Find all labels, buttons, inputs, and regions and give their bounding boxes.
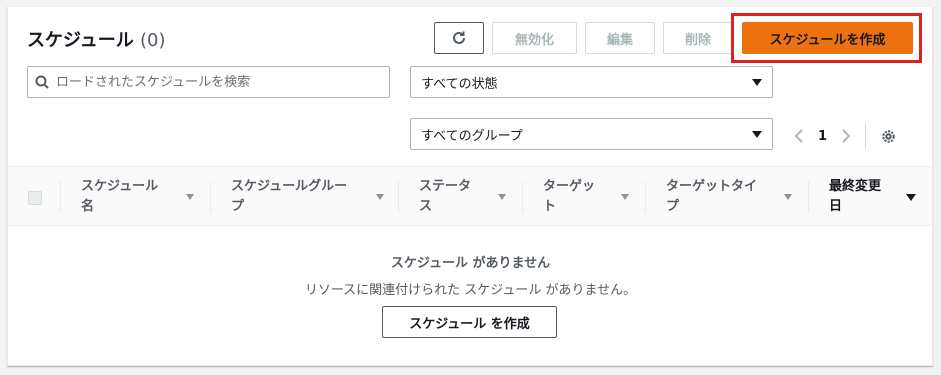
column-label-line1: 最終変更: [829, 179, 882, 194]
column-divider: [60, 181, 61, 213]
column-label-line2: 名: [81, 199, 95, 214]
column-label-line1: スケジュール: [81, 179, 159, 194]
pager-divider: [865, 124, 867, 148]
column-label-line2: プ: [231, 199, 245, 214]
chevron-left-icon[interactable]: [794, 128, 804, 144]
caret-down-icon: [752, 130, 762, 138]
empty-state-title: スケジュール がありません: [390, 256, 551, 271]
disable-button[interactable]: 無効化: [492, 22, 577, 54]
sort-icon: [376, 194, 384, 200]
column-header-group[interactable]: スケジュールグルー プ: [210, 167, 398, 227]
edit-button[interactable]: 編集: [585, 22, 655, 54]
column-header-status[interactable]: ステータ ス: [398, 167, 522, 227]
title-text: スケジュール: [27, 30, 134, 51]
sort-icon: [498, 194, 506, 200]
sort-icon: [621, 194, 629, 200]
delete-button[interactable]: 削除: [663, 22, 733, 54]
column-label-line1: ターゲットタイ: [666, 179, 758, 194]
search-icon: [28, 75, 56, 89]
pagination: 1: [794, 124, 897, 148]
sort-icon: [186, 194, 194, 200]
column-header-target-type[interactable]: ターゲットタイ プ: [645, 167, 808, 227]
caret-down-icon: [752, 78, 762, 86]
page-title: スケジュール (0): [27, 26, 166, 52]
group-filter-value: すべてのグループ: [421, 128, 523, 144]
search-field[interactable]: [27, 66, 390, 98]
gear-icon[interactable]: [880, 128, 897, 145]
column-label-line2: プ: [666, 199, 680, 214]
refresh-icon: [453, 31, 465, 44]
group-filter-select[interactable]: すべてのグループ: [410, 118, 773, 150]
column-divider: [808, 181, 809, 213]
table-header: スケジュール 名 スケジュールグルー プ ステータ ス ターゲッ ト ターゲット…: [8, 166, 932, 226]
column-divider: [210, 181, 211, 213]
column-label-line1: ステータ: [419, 179, 472, 194]
empty-create-schedule-button[interactable]: スケジュール を作成: [382, 306, 557, 338]
column-divider: [645, 181, 646, 213]
column-label-line2: ト: [543, 199, 557, 214]
status-filter-value: すべての状態: [421, 76, 498, 92]
empty-state-subtitle: リソースに関連付けられた スケジュール がありません。: [304, 283, 637, 298]
schedule-count: (0): [140, 30, 166, 51]
column-header-target[interactable]: ターゲッ ト: [522, 167, 645, 227]
column-divider: [398, 181, 399, 213]
column-label-line2: ス: [419, 199, 433, 214]
column-label-line1: ターゲッ: [543, 179, 596, 194]
column-label-line1: スケジュールグルー: [231, 179, 348, 194]
status-filter-select[interactable]: すべての状態: [410, 66, 773, 98]
column-divider: [522, 181, 523, 213]
sort-descending-icon: [906, 194, 916, 201]
current-page[interactable]: 1: [818, 129, 827, 144]
chevron-right-icon[interactable]: [841, 128, 851, 144]
create-schedule-button[interactable]: スケジュールを作成: [742, 22, 913, 54]
column-label-line2: 日: [829, 199, 843, 214]
refresh-button[interactable]: [434, 22, 484, 54]
search-input[interactable]: [56, 74, 376, 90]
column-header-name[interactable]: スケジュール 名: [60, 167, 210, 227]
sort-icon: [784, 194, 792, 200]
column-header-last-modified[interactable]: 最終変更 日: [808, 167, 932, 227]
select-all-checkbox[interactable]: [28, 191, 42, 205]
